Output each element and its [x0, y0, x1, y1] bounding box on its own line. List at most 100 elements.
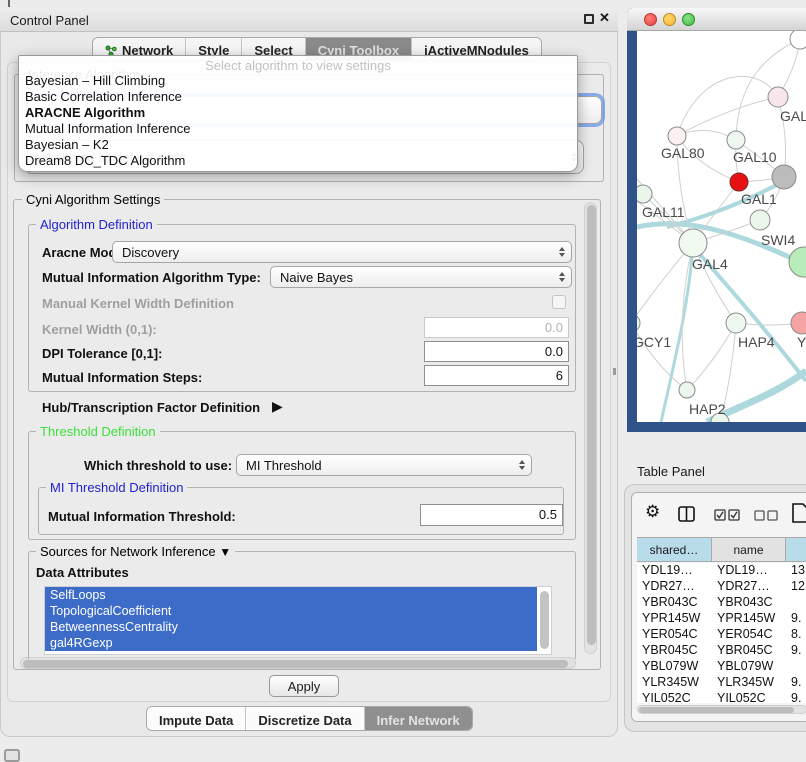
window-zoom-icon[interactable] — [682, 13, 695, 26]
expand-right-icon[interactable]: ▶ — [272, 398, 283, 415]
table-row[interactable]: YBR045CYBR045C9. — [637, 643, 806, 659]
mi-steps-field[interactable]: 6 — [424, 365, 569, 386]
stepper-arrows-icon — [559, 247, 565, 257]
settings-hscroll-thumb[interactable] — [23, 660, 568, 668]
window-close-icon[interactable] — [644, 13, 657, 26]
sources-group-title[interactable]: Sources for Network Inference ▼ — [36, 544, 235, 559]
screenshot-root: Control Panel ✕ Network Style Select Cyn… — [0, 0, 806, 762]
table-row[interactable]: YPR145WYPR145W9. — [637, 611, 806, 627]
table-header: shared… name — [637, 537, 806, 562]
table-row[interactable]: YBL079WYBL079W — [637, 659, 806, 675]
table-rows: YDL19…YDL19…13 YDR27…YDR27…12 YBR043CYBR… — [637, 563, 806, 703]
table-panel-title: Table Panel — [637, 464, 705, 479]
tab-discretize-data[interactable]: Discretize Data — [246, 707, 364, 730]
label-swi4: SWI4 — [761, 232, 795, 248]
aracne-mode-value: Discovery — [122, 245, 179, 260]
label-gal-clipped: GAL — [780, 108, 806, 124]
tab-infer-network[interactable]: Infer Network — [365, 707, 472, 730]
dpi-tolerance-field[interactable]: 0.0 — [424, 341, 569, 362]
apply-button[interactable]: Apply — [269, 675, 339, 697]
split-columns-icon[interactable] — [678, 506, 695, 522]
export-table-icon[interactable] — [792, 503, 806, 523]
node-gal11 — [637, 185, 652, 203]
deselect-all-checkboxes-icon[interactable] — [754, 510, 779, 521]
node-unlabeled — [790, 31, 806, 49]
mi-type-combobox[interactable]: Naive Bayes — [270, 266, 572, 288]
node-gal10 — [727, 131, 745, 149]
settings-vscroll-thumb[interactable] — [587, 205, 596, 645]
which-threshold-combobox[interactable]: MI Threshold — [236, 454, 532, 476]
node-gal4 — [679, 229, 707, 257]
mi-type-value: Naive Bayes — [280, 270, 353, 285]
attributes-vscroll-thumb[interactable] — [540, 591, 549, 649]
network-canvas[interactable]: GAL GAL80 GAL10 GAL1 GAL11 SWI4 GAL4 GCY… — [637, 31, 806, 422]
tab-impute-data[interactable]: Impute Data — [147, 707, 246, 730]
apply-button-label: Apply — [288, 679, 321, 694]
table-window: ⚙ shared… name YDL19…YDL19…13 YDR27…YDR — [631, 492, 806, 722]
mi-threshold-group-title: MI Threshold Definition — [46, 480, 187, 495]
cyni-algorithm-settings-title: Cyni Algorithm Settings — [22, 192, 164, 207]
algorithm-option[interactable]: Bayesian – K2 — [25, 137, 109, 153]
label-gal4: GAL4 — [692, 256, 728, 272]
node-hap4 — [726, 313, 746, 333]
data-attributes-list[interactable]: SelfLoops TopologicalCoefficient Between… — [44, 586, 552, 655]
table-row[interactable]: YDL19…YDL19…13 — [637, 563, 806, 579]
algorithm-dropdown: Select algorithm to view settings Bayesi… — [18, 55, 578, 172]
table-row[interactable]: YDR27…YDR27…12 — [637, 579, 806, 595]
column-header-shared-name[interactable]: shared… — [637, 538, 712, 561]
label-gal11: GAL11 — [642, 204, 685, 220]
docked-panel-icon[interactable] — [4, 749, 20, 762]
mi-threshold-label: Mutual Information Threshold: — [48, 509, 236, 524]
control-panel-titlebar — [0, 8, 618, 32]
algorithm-option-selected[interactable]: ARACNE Algorithm — [25, 105, 145, 121]
algorithm-option[interactable]: Dream8 DC_TDC Algorithm — [25, 153, 185, 169]
kernel-width-field[interactable]: 0.0 — [424, 317, 569, 338]
table-row[interactable]: YBR043CYBR043C — [637, 595, 806, 611]
node-gal1 — [730, 173, 748, 191]
gear-icon[interactable]: ⚙ — [645, 502, 660, 522]
algorithm-option[interactable]: Basic Correlation Inference — [25, 89, 182, 105]
stepper-arrows-icon — [559, 272, 565, 282]
hub-section-label[interactable]: Hub/Transcription Factor Definition — [42, 400, 260, 415]
table-hscroll-thumb[interactable] — [639, 707, 794, 713]
label-gcy1: GCY1 — [637, 334, 671, 350]
window-minimize-icon[interactable] — [663, 13, 676, 26]
float-icon[interactable] — [584, 14, 594, 24]
splitter-handle[interactable] — [613, 368, 616, 375]
table-row[interactable]: YIL052CYIL052C9. — [637, 691, 806, 703]
dpi-tolerance-label: DPI Tolerance [0,1]: — [42, 346, 162, 361]
threshold-definition-title: Threshold Definition — [36, 424, 160, 439]
control-panel-title: Control Panel — [10, 13, 89, 28]
network-nodes[interactable] — [637, 31, 806, 422]
collapse-down-icon[interactable]: ▼ — [219, 545, 231, 559]
attribute-item-selected[interactable]: gal4RGexp — [45, 635, 537, 651]
algorithm-option[interactable]: Bayesian – Hill Climbing — [25, 73, 165, 89]
settings-vertical-scrollbar[interactable] — [584, 202, 597, 654]
node-hap2 — [679, 382, 695, 398]
algorithm-definition-title: Algorithm Definition — [36, 217, 157, 232]
attribute-item-selected[interactable]: SelfLoops — [45, 587, 537, 603]
close-icon[interactable]: ✕ — [599, 10, 610, 26]
table-row[interactable]: YER054CYER054C8. — [637, 627, 806, 643]
node-gray — [772, 165, 796, 189]
mi-type-label: Mutual Information Algorithm Type: — [42, 270, 261, 285]
mi-threshold-field[interactable]: 0.5 — [420, 504, 563, 526]
table-row[interactable]: YLR345WYLR345W9. — [637, 675, 806, 691]
label-gal10: GAL10 — [733, 149, 777, 165]
mi-steps-label: Mutual Information Steps: — [42, 370, 202, 385]
algorithm-option[interactable]: Mutual Information Inference — [25, 121, 190, 137]
attribute-item-selected[interactable]: TopologicalCoefficient — [45, 603, 537, 619]
table-horizontal-scrollbar[interactable] — [637, 705, 806, 714]
column-header-clipped[interactable] — [786, 538, 806, 561]
which-threshold-value: MI Threshold — [246, 458, 322, 473]
select-all-checkboxes-icon[interactable] — [714, 509, 741, 521]
attribute-item-selected[interactable]: BetweennessCentrality — [45, 619, 537, 635]
stepper-arrows-icon — [519, 460, 525, 470]
label-gal80: GAL80 — [661, 145, 705, 161]
label-hap2: HAP2 — [689, 401, 726, 417]
column-header-name[interactable]: name — [712, 538, 786, 561]
which-threshold-label: Which threshold to use: — [84, 458, 232, 473]
aracne-mode-combobox[interactable]: Discovery — [112, 241, 572, 263]
manual-kernel-checkbox[interactable] — [552, 295, 566, 309]
label-gal1: GAL1 — [741, 191, 777, 207]
